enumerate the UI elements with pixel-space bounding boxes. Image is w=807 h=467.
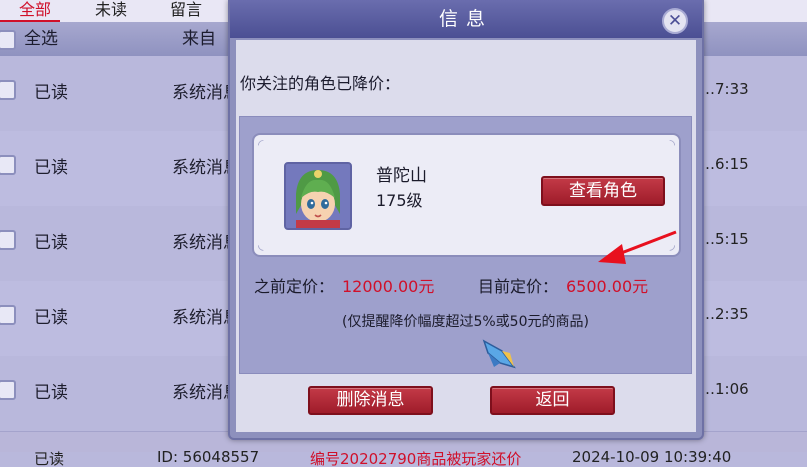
view-character-button[interactable]: 查看角色 (541, 176, 665, 206)
ornament-icon: ◝ (669, 137, 675, 153)
row-status: 已读 (34, 383, 68, 403)
row-time: …5:15 (700, 230, 749, 248)
select-all-label: 全选 (24, 29, 58, 49)
dialog-title: 信息 (230, 0, 702, 38)
row-time: …2:35 (700, 305, 749, 323)
row-checkbox[interactable] (0, 230, 16, 250)
row-time: …1:06 (700, 380, 749, 398)
current-price-value: 6500.00元 (566, 277, 649, 296)
row-time: …7:33 (700, 80, 749, 98)
row-checkbox[interactable] (0, 305, 16, 325)
ornament-icon: ◞ (669, 237, 675, 253)
select-all-checkbox[interactable] (0, 30, 16, 50)
gem-icon (482, 339, 516, 369)
row-from: ID: 56048557 (157, 448, 260, 466)
tab-unread[interactable]: 未读 (95, 0, 127, 20)
info-dialog: 信息 ✕ 你关注的角色已降价： ◜ ◝ ◟ ◞ 普陀山 175级 查看角色 之前… (228, 0, 704, 440)
row-message: 编号20202790商品被玩家还价 (310, 450, 522, 467)
row-checkbox[interactable] (0, 380, 16, 400)
ornament-icon: ◟ (258, 237, 264, 253)
row-status: 已读 (34, 233, 68, 253)
price-drop-panel: ◜ ◝ ◟ ◞ 普陀山 175级 查看角色 之前定价： 12000.00元 目前… (239, 116, 692, 374)
row-time: 2024-10-09 10:39:40 (572, 448, 732, 466)
row-status: 已读 (34, 158, 68, 178)
from-column-header: 来自 (182, 29, 216, 49)
tab-messages[interactable]: 留言 (170, 0, 202, 20)
character-card: ◜ ◝ ◟ ◞ 普陀山 175级 查看角色 (252, 133, 681, 257)
previous-price-label: 之前定价： (254, 277, 335, 296)
close-icon[interactable]: ✕ (662, 8, 688, 34)
price-drop-note: (仅提醒降价幅度超过5%或50元的商品) (342, 314, 589, 330)
character-level: 175级 (376, 191, 423, 210)
row-status: 已读 (34, 450, 65, 467)
dialog-intro: 你关注的角色已降价： (240, 74, 401, 93)
character-name: 普陀山 (376, 166, 427, 186)
character-avatar (284, 162, 352, 230)
previous-price-value: 12000.00元 (342, 277, 435, 296)
row-time: …6:15 (700, 155, 749, 173)
row-checkbox[interactable] (0, 155, 16, 175)
row-status: 已读 (34, 308, 68, 328)
tab-all[interactable]: 全部 (19, 0, 51, 20)
current-price-label: 目前定价： (478, 277, 559, 296)
character-portrait-icon (286, 164, 350, 228)
back-button[interactable]: 返回 (490, 386, 615, 415)
ornament-icon: ◜ (258, 137, 264, 153)
table-row[interactable]: 已读 ID: 56048557 编号20202790商品被玩家还价 2024-1… (0, 448, 807, 467)
delete-message-button[interactable]: 删除消息 (308, 386, 433, 415)
row-status: 已读 (34, 83, 68, 103)
row-checkbox[interactable] (0, 80, 16, 100)
dialog-body: 你关注的角色已降价： ◜ ◝ ◟ ◞ 普陀山 175级 查看角色 之前定价： 1… (236, 40, 696, 432)
